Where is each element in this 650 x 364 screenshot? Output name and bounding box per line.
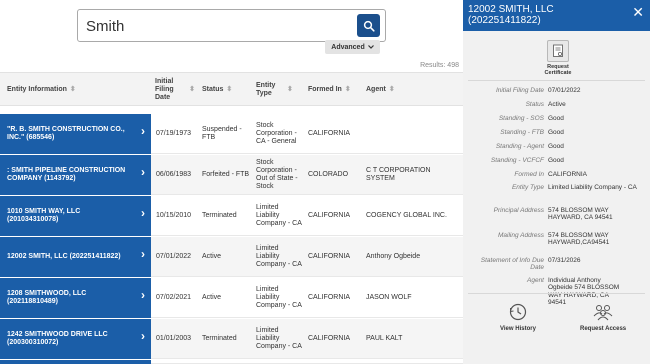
chevron-right-icon: › <box>141 165 145 179</box>
view-history-button[interactable]: View History <box>500 302 536 332</box>
sort-icon: ⬍ <box>189 86 195 93</box>
status-cell: Forfeited - FTB <box>202 171 250 178</box>
column-header-entity-information[interactable]: Entity Information ⬍ <box>7 73 147 107</box>
filing-date-cell: 10/15/2010 <box>156 212 192 219</box>
entity-type-cell: Stock Corporation - Out of State - Stock <box>256 159 298 190</box>
chevron-right-icon: › <box>141 288 145 302</box>
divider <box>468 80 645 81</box>
table-row[interactable]: "R. B. SMITH CONSTRUCTION CO., INC." (68… <box>0 114 463 154</box>
sort-icon: ⬍ <box>287 86 293 93</box>
status-cell: Suspended - FTB <box>202 126 242 141</box>
filing-date-cell: 07/19/1973 <box>156 130 192 137</box>
status-cell: Active <box>202 294 222 301</box>
table-row[interactable]: 12002 SMITH, LLC (202251411822) › 07/01/2… <box>0 237 463 277</box>
status-cell: Terminated <box>202 335 237 342</box>
column-header-initial-filing-date[interactable]: Initial Filing Date ⬍ <box>155 73 195 107</box>
close-icon[interactable]: ✕ <box>632 5 644 19</box>
sort-icon: ⬍ <box>388 86 395 93</box>
search-box <box>77 9 386 42</box>
entity-name-cell[interactable]: "R. B. SMITH CONSTRUCTION CO., INC." (68… <box>0 114 151 154</box>
table-header: Entity Information ⬍ Initial Filing Date ⬍… <box>0 72 463 106</box>
detail-row: Entity Type Limited Liability Company - … <box>511 184 637 191</box>
status-cell: Active <box>202 253 222 260</box>
table-row[interactable]: : SMITH PIPELINE CONSTRUCTION COMPANY (1… <box>0 155 463 195</box>
status-cell: Terminated <box>202 212 237 219</box>
chevron-right-icon: › <box>141 206 145 220</box>
detail-row: Standing - FTB Good <box>500 129 564 136</box>
formed-in-cell: CALIFORNIA <box>308 335 351 342</box>
formed-in-cell: CALIFORNIA <box>308 294 351 301</box>
table-row[interactable]: 1242 SMITHWOOD DRIVE LLC (200300310072) ›… <box>0 319 463 359</box>
entity-type-cell: Limited Liability Company - CA <box>256 245 302 268</box>
entity-name-cell[interactable]: : SMITH PIPELINE CONSTRUCTION COMPANY (1… <box>0 155 151 195</box>
detail-row: Standing - Agent Good <box>495 143 564 150</box>
entity-type-cell: Limited Liability Company - CA <box>256 204 302 227</box>
detail-list: Initial Filing Date 07/01/2022 Status Ac… <box>463 87 650 311</box>
agent-cell: Anthony Ogbeide <box>366 253 421 260</box>
formed-in-cell: CALIFORNIA <box>308 130 351 137</box>
search-icon <box>363 20 375 32</box>
table-row <box>0 360 463 364</box>
search-button[interactable] <box>357 14 380 37</box>
search-input[interactable] <box>86 16 346 36</box>
detail-row: Standing - SOS Good <box>498 115 564 122</box>
entity-type-cell: Limited Liability Company - CA <box>256 286 302 309</box>
agent-cell: C T CORPORATION SYSTEM <box>366 167 431 182</box>
chevron-right-icon: › <box>141 124 145 138</box>
detail-row: Status Active <box>525 101 566 108</box>
people-icon <box>593 305 613 321</box>
detail-row: Initial Filing Date 07/01/2022 <box>495 87 581 94</box>
advanced-label: Advanced <box>331 43 365 51</box>
entity-name-cell <box>0 360 151 364</box>
entity-name-cell[interactable]: 1010 SMITH WAY, LLC (201034310078) › <box>0 196 151 236</box>
column-header-status[interactable]: Status ⬍ <box>202 73 250 107</box>
request-access-button[interactable]: Request Access <box>580 302 626 332</box>
divider <box>468 293 645 294</box>
table-row[interactable]: 1208 SMITHWOOD, LLC (202118810489) › 07/0… <box>0 278 463 318</box>
column-header-formed-in[interactable]: Formed In ⬍ <box>308 73 360 107</box>
request-certificate-button[interactable]: Request Certificate <box>543 40 573 76</box>
formed-in-cell: COLORADO <box>308 171 349 178</box>
filing-date-cell: 07/01/2022 <box>156 253 192 260</box>
view-history-label: View History <box>500 326 536 332</box>
panel-header: 12002 SMITH, LLC (202251411822) ✕ <box>463 0 650 31</box>
filing-date-cell: 01/01/2003 <box>156 335 192 342</box>
filing-date-cell: 06/06/1983 <box>156 171 192 178</box>
agent-cell <box>366 114 461 154</box>
column-header-agent[interactable]: Agent ⬍ <box>366 73 456 107</box>
sort-icon: ⬍ <box>344 86 351 93</box>
history-icon <box>509 303 527 321</box>
certificate-icon <box>547 40 569 62</box>
entity-type-cell: Limited Liability Company - CA <box>256 327 302 350</box>
sort-icon: ⬍ <box>226 86 233 93</box>
results-count: Results: 498 <box>420 62 459 69</box>
advanced-search-button[interactable]: Advanced <box>325 40 380 54</box>
entity-detail-panel: 12002 SMITH, LLC (202251411822) ✕ Reques… <box>463 0 650 364</box>
chevron-right-icon: › <box>141 247 145 261</box>
formed-in-cell: CALIFORNIA <box>308 212 351 219</box>
entity-name-cell[interactable]: 1208 SMITHWOOD, LLC (202118810489) › <box>0 278 151 318</box>
detail-row: Principal Address 574 BLOSSOM WAY HAYWAR… <box>493 207 613 222</box>
request-access-label: Request Access <box>580 326 627 332</box>
chevron-right-icon: › <box>141 329 145 343</box>
entity-type-cell: Stock Corporation - CA - General <box>256 122 297 145</box>
chevron-down-icon <box>367 45 374 49</box>
detail-row: Statement of Info Due Date 07/31/2026 <box>480 257 581 272</box>
request-certificate-label: Request Certificate <box>544 64 572 76</box>
sort-icon: ⬍ <box>69 86 76 93</box>
entity-name-cell[interactable]: 1242 SMITHWOOD DRIVE LLC (200300310072) › <box>0 319 151 359</box>
detail-row: Mailing Address 574 BLOSSOM WAY HAYWARD,… <box>497 232 610 247</box>
entity-name-cell[interactable]: 12002 SMITH, LLC (202251411822) › <box>0 237 151 277</box>
table-row[interactable]: 1010 SMITH WAY, LLC (201034310078) › 10/1… <box>0 196 463 236</box>
agent-cell: COGENCY GLOBAL INC. <box>366 212 447 219</box>
agent-cell: JASON WOLF <box>366 294 412 301</box>
search-results-area: Advanced Results: 498 Entity Information… <box>0 0 463 364</box>
detail-row: Formed In CALIFORNIA <box>514 171 588 178</box>
formed-in-cell: CALIFORNIA <box>308 253 351 260</box>
agent-cell: PAUL KALT <box>366 335 403 342</box>
column-header-entity-type[interactable]: Entity Type ⬍ <box>256 73 300 107</box>
detail-row: Standing - VCFCF Good <box>490 157 564 164</box>
panel-title: 12002 SMITH, LLC (202251411822) <box>468 4 554 26</box>
filing-date-cell: 07/02/2021 <box>156 294 192 301</box>
